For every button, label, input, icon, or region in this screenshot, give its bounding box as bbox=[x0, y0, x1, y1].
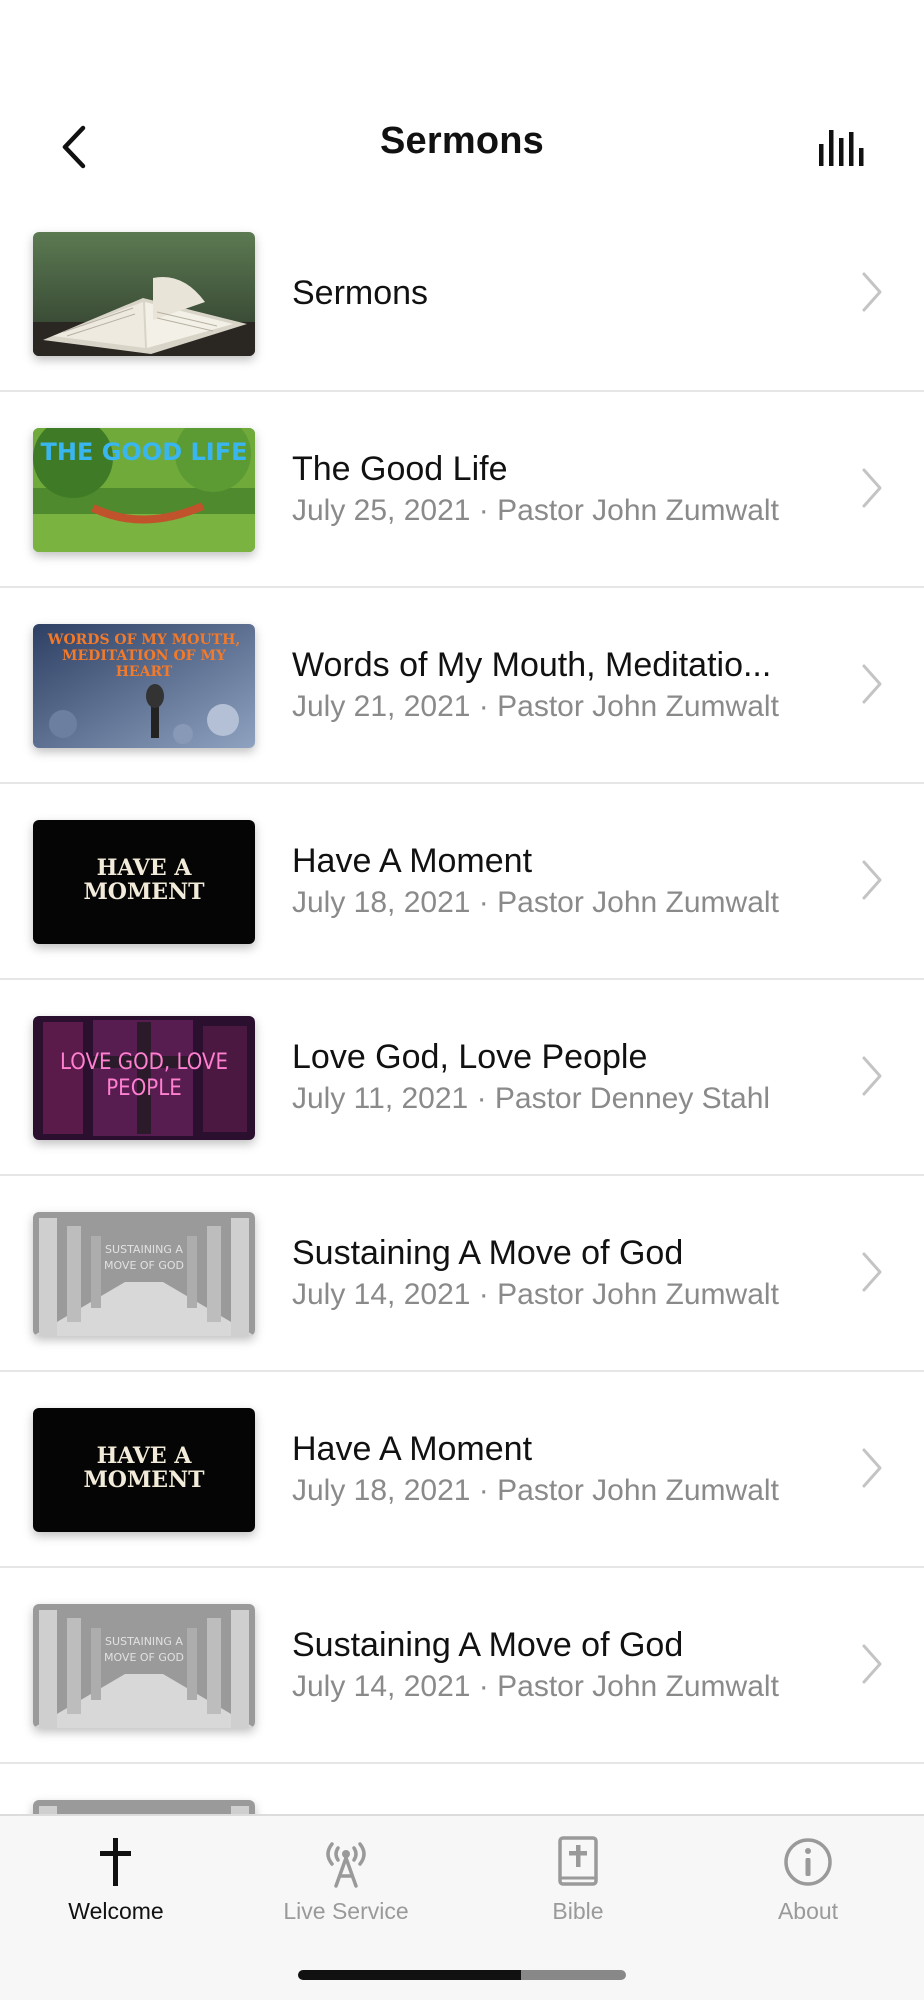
sermon-text: Have A Moment July 18, 2021 · Pastor Joh… bbox=[292, 1372, 824, 1566]
tab-label: About bbox=[777, 1898, 839, 1924]
columns-corridor-image: SUSTAINING A MOVE OF GOD bbox=[33, 1212, 255, 1336]
sermon-title: Have A Moment bbox=[292, 842, 533, 880]
have-moment-image: HAVE A MOMENT bbox=[33, 1408, 255, 1532]
cross-icon bbox=[100, 1838, 131, 1886]
sermon-subtitle: July 25, 2021 · Pastor John Zumwalt bbox=[292, 494, 779, 527]
tab-bible[interactable]: Bible bbox=[488, 1834, 668, 1944]
thumbnail-caption: LOVE GOD, LOVE PEOPLE bbox=[60, 1050, 228, 1101]
nav-header: Sermons bbox=[0, 0, 924, 200]
sermon-subtitle: July 14, 2021 · Pastor John Zumwalt bbox=[292, 1670, 779, 1703]
sermon-subtitle: July 18, 2021 · Pastor John Zumwalt bbox=[292, 1474, 779, 1507]
tab-welcome[interactable]: Welcome bbox=[26, 1834, 206, 1944]
sermon-thumbnail: WORDS OF MY MOUTH, MEDITATION OF MY HEAR… bbox=[33, 624, 255, 748]
sermon-title: Sustaining A Move of God bbox=[292, 1626, 684, 1664]
sermon-text: Words of My Mouth, Meditatio... July 21,… bbox=[292, 588, 824, 782]
sermon-title: The Good Life bbox=[292, 450, 508, 488]
sermon-title: Have A Moment bbox=[292, 1430, 533, 1468]
sermon-title: Love God, Love People bbox=[292, 1038, 648, 1076]
audio-bars-icon bbox=[819, 130, 864, 166]
good-life-image: THE GOOD LIFE bbox=[33, 428, 255, 552]
sermon-thumbnail: SUSTAINING A MOVE OF GOD bbox=[33, 1212, 255, 1336]
tab-about[interactable]: About bbox=[718, 1834, 898, 1944]
chevron-right-icon bbox=[862, 1056, 882, 1096]
chevron-right-icon bbox=[862, 468, 882, 508]
sermon-thumbnail: HAVE A MOMENT bbox=[33, 1408, 255, 1532]
sermon-text: The Good Life July 25, 2021 · Pastor Joh… bbox=[292, 392, 824, 586]
chevron-right-icon bbox=[862, 272, 882, 312]
sermon-subtitle: July 11, 2021 · Pastor Denney Stahl bbox=[292, 1082, 771, 1115]
sermon-text: Love God, Love People July 11, 2021 · Pa… bbox=[292, 980, 824, 1174]
sermon-thumbnail: LOVE GOD, LOVE PEOPLE bbox=[33, 1016, 255, 1140]
thumbnail-caption: SUSTAINING A MOVE OF GOD bbox=[103, 1243, 185, 1272]
words-mouth-image: WORDS OF MY MOUTH, MEDITATION OF MY HEAR… bbox=[33, 624, 255, 748]
sermon-title: Words of My Mouth, Meditatio... bbox=[292, 646, 772, 684]
sermon-row[interactable]: THE GOOD LIFE The Good Life July 25, 202… bbox=[0, 392, 924, 588]
broadcast-tower-icon bbox=[326, 1842, 366, 1888]
open-bible-image bbox=[33, 232, 255, 356]
tab-label: Bible bbox=[552, 1898, 604, 1924]
chevron-right-icon bbox=[862, 664, 882, 704]
sermon-thumbnail: THE GOOD LIFE bbox=[33, 428, 255, 552]
home-indicator[interactable] bbox=[298, 1970, 626, 1980]
chevron-right-icon bbox=[862, 1644, 882, 1684]
sermons-screen: Sermons Sermons THE GOOD LIFE The Good L… bbox=[0, 0, 924, 2000]
sermon-subtitle: July 21, 2021 · Pastor John Zumwalt bbox=[292, 690, 779, 723]
have-moment-image: HAVE A MOMENT bbox=[33, 820, 255, 944]
thumbnail-caption: SUSTAINING A MOVE OF GOD bbox=[103, 1635, 185, 1664]
sermon-thumbnail: HAVE A MOMENT bbox=[33, 820, 255, 944]
chevron-right-icon bbox=[862, 1252, 882, 1292]
thumbnail-caption: WORDS OF MY MOUTH, MEDITATION OF MY HEAR… bbox=[47, 632, 241, 680]
sermon-row[interactable]: HAVE A MOMENT Have A Moment July 18, 202… bbox=[0, 1372, 924, 1568]
audio-menu-button[interactable] bbox=[812, 120, 874, 176]
chevron-right-icon bbox=[862, 860, 882, 900]
sermon-row[interactable]: WORDS OF MY MOUTH, MEDITATION OF MY HEAR… bbox=[0, 588, 924, 784]
sermon-thumbnail: SUSTAINING A MOVE OF GOD bbox=[33, 1604, 255, 1728]
sermon-row[interactable]: LOVE GOD, LOVE PEOPLE Love God, Love Peo… bbox=[0, 980, 924, 1176]
thumbnail-caption: THE GOOD LIFE bbox=[41, 438, 248, 466]
thumbnail-caption: HAVE A MOMENT bbox=[83, 856, 205, 905]
sermon-list: Sermons THE GOOD LIFE The Good Life July… bbox=[0, 196, 924, 1960]
sermon-subtitle: July 18, 2021 · Pastor John Zumwalt bbox=[292, 886, 779, 919]
page-title: Sermons bbox=[379, 120, 544, 162]
sermon-text: Sermons bbox=[292, 196, 824, 390]
chevron-right-icon bbox=[862, 1448, 882, 1488]
tab-label: Welcome bbox=[68, 1898, 164, 1924]
tab-label: Live Service bbox=[283, 1898, 409, 1924]
sermon-text: Sustaining A Move of God July 14, 2021 ·… bbox=[292, 1176, 824, 1370]
sermon-text: Sustaining A Move of God July 14, 2021 ·… bbox=[292, 1568, 824, 1762]
tab-live-service[interactable]: Live Service bbox=[256, 1834, 436, 1944]
sermon-row[interactable]: SUSTAINING A MOVE OF GOD Sustaining A Mo… bbox=[0, 1176, 924, 1372]
sermon-title: Sustaining A Move of God bbox=[292, 1234, 684, 1272]
bible-book-icon bbox=[558, 1836, 598, 1886]
thumbnail-caption: HAVE A MOMENT bbox=[83, 1444, 205, 1493]
sermon-row[interactable]: SUSTAINING A MOVE OF GOD Sustaining A Mo… bbox=[0, 1568, 924, 1764]
info-circle-icon bbox=[784, 1838, 832, 1886]
sermon-text: Have A Moment July 18, 2021 · Pastor Joh… bbox=[292, 784, 824, 978]
love-god-image: LOVE GOD, LOVE PEOPLE bbox=[33, 1016, 255, 1140]
sermon-row[interactable]: Sermons bbox=[0, 196, 924, 392]
sermon-row[interactable]: HAVE A MOMENT Have A Moment July 18, 202… bbox=[0, 784, 924, 980]
sermon-title: Sermons bbox=[292, 274, 429, 312]
sermon-subtitle: July 14, 2021 · Pastor John Zumwalt bbox=[292, 1278, 779, 1311]
columns-corridor-image: SUSTAINING A MOVE OF GOD bbox=[33, 1604, 255, 1728]
sermon-thumbnail bbox=[33, 232, 255, 356]
